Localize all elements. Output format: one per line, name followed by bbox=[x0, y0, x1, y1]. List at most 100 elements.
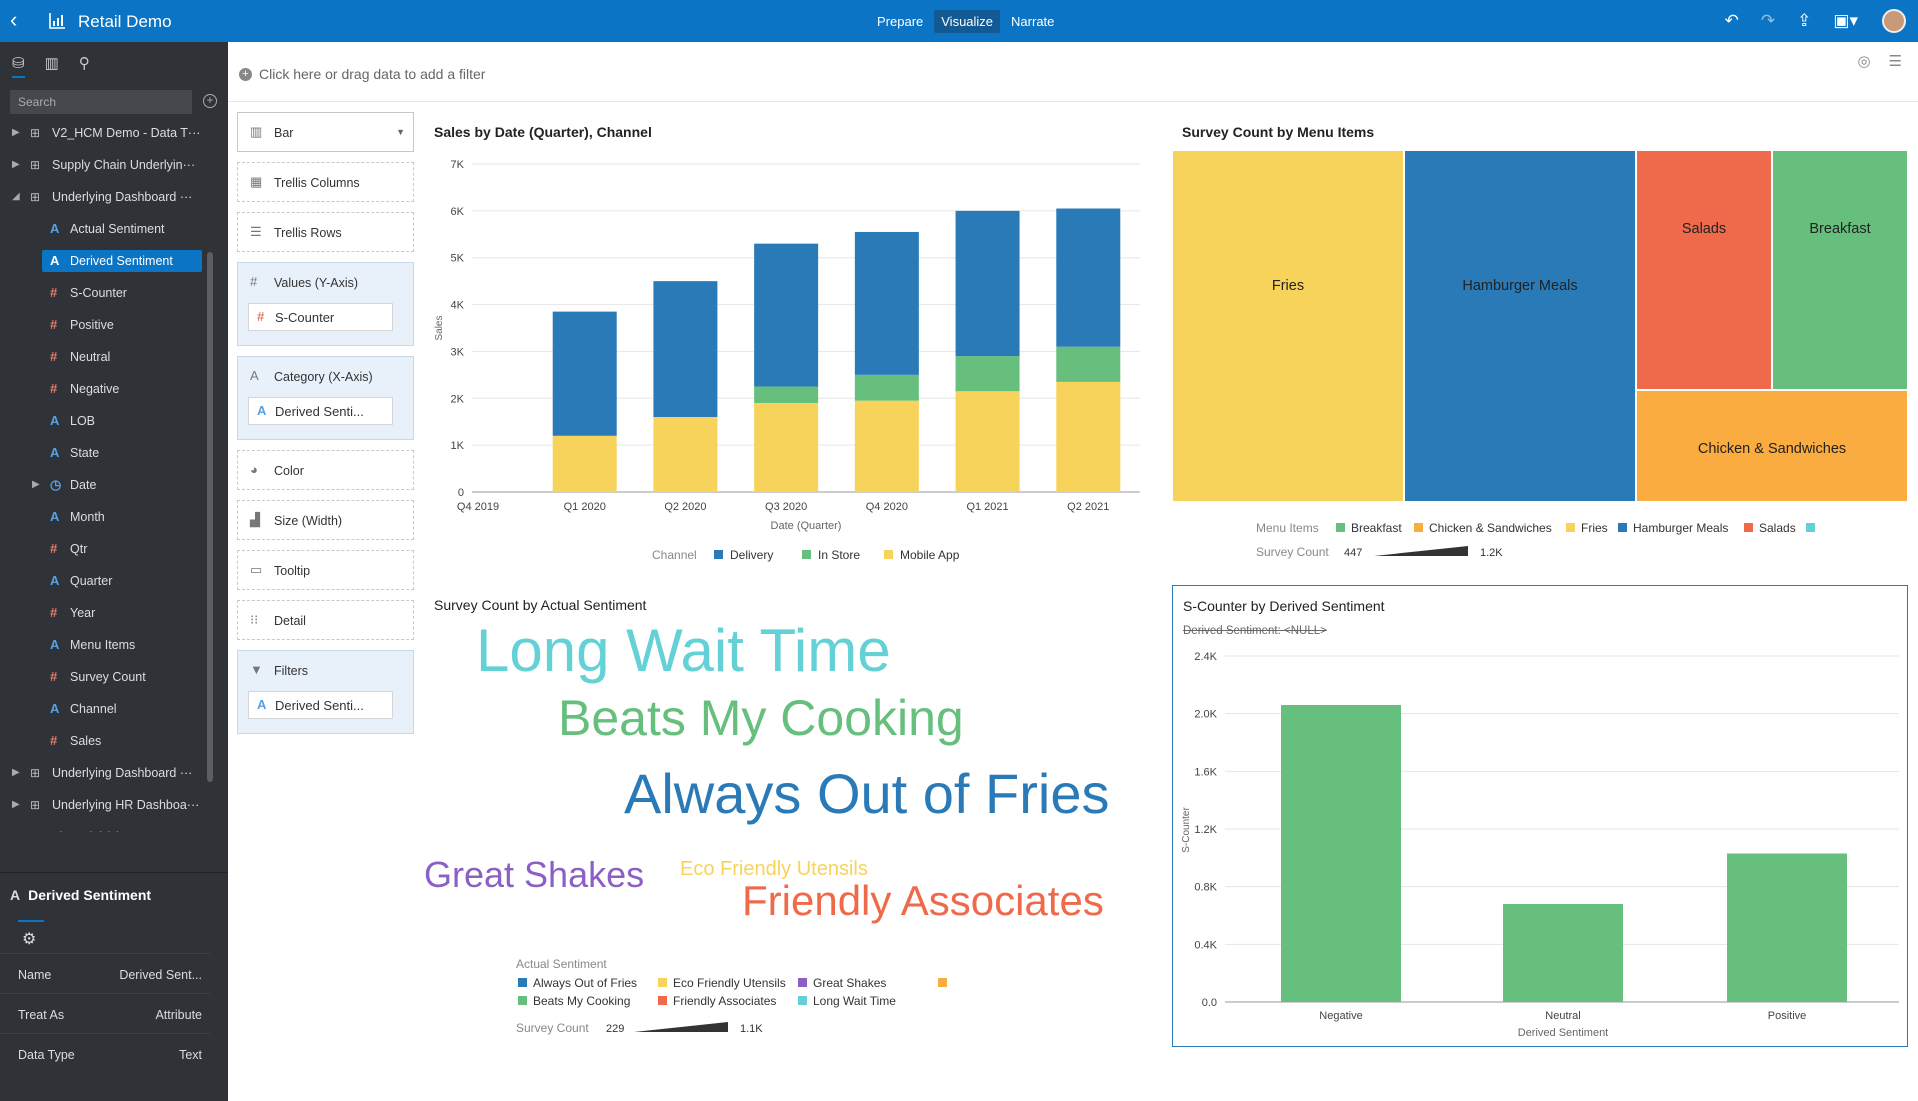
treemap-tile[interactable] bbox=[1635, 149, 1773, 391]
legend-label[interactable]: Great Shakes bbox=[813, 976, 886, 990]
column-item[interactable]: ▶ ◷ Date bbox=[0, 474, 205, 496]
table-item[interactable]: ▶ ⊞ V2_HCM Demo - Data T··· bbox=[0, 122, 205, 144]
visualizations-tab-icon[interactable]: ▥ bbox=[45, 54, 59, 78]
property-row-name[interactable]: Name Derived Sent... bbox=[0, 953, 210, 993]
category-dropzone[interactable]: A Category (X-Axis) A Derived Senti... bbox=[237, 356, 414, 440]
bar-segment-delivery[interactable] bbox=[1056, 208, 1121, 347]
legend-label[interactable]: Mobile App bbox=[900, 548, 960, 562]
column-item[interactable]: A Channel bbox=[0, 698, 205, 720]
column-item[interactable]: A Month bbox=[0, 506, 205, 528]
collapsed-arrow-icon[interactable]: ▶ bbox=[12, 762, 20, 784]
treemap-tile[interactable] bbox=[1172, 149, 1405, 503]
property-row-data-type[interactable]: Data Type Text bbox=[0, 1033, 210, 1073]
legend-label[interactable]: In Store bbox=[818, 548, 860, 562]
bar-segment-delivery[interactable] bbox=[955, 210, 1020, 357]
collapsed-arrow-icon[interactable]: ▶ bbox=[12, 826, 20, 832]
legend-label[interactable]: Chicken & Sandwiches bbox=[1429, 521, 1552, 535]
bar-segment-mobile-app[interactable] bbox=[1056, 381, 1121, 492]
viz-scounter-by-derived[interactable]: S-Counter by Derived Sentiment Derived S… bbox=[1172, 585, 1908, 1047]
collapsed-arrow-icon[interactable]: ▶ bbox=[12, 122, 20, 144]
bar-segment-in-store[interactable] bbox=[854, 374, 919, 401]
bar-segment-mobile-app[interactable] bbox=[754, 402, 819, 492]
column-item[interactable]: A Actual Sentiment bbox=[0, 218, 205, 240]
data-tab-icon[interactable]: ⛁ bbox=[12, 54, 25, 78]
legend-label[interactable]: Salads bbox=[1759, 521, 1796, 535]
legend-label[interactable]: Fries bbox=[1581, 521, 1608, 535]
trellis-columns-dropzone[interactable]: ▦ Trellis Columns bbox=[237, 162, 414, 202]
legend-label[interactable]: Delivery bbox=[730, 548, 773, 562]
bar[interactable] bbox=[1281, 705, 1401, 1002]
bar-segment-mobile-app[interactable] bbox=[552, 435, 617, 492]
treemap-tile[interactable] bbox=[1771, 149, 1908, 391]
column-item[interactable]: A LOB bbox=[0, 410, 205, 432]
expanded-arrow-icon[interactable]: ◢ bbox=[12, 186, 20, 208]
column-item[interactable]: A Derived Sentiment bbox=[42, 250, 202, 272]
tab-visualize[interactable]: Visualize bbox=[934, 10, 1001, 33]
column-item[interactable]: # Survey Count bbox=[0, 666, 205, 688]
values-pill[interactable]: # S-Counter bbox=[248, 303, 393, 331]
add-data-icon[interactable]: + bbox=[203, 94, 217, 108]
word-cloud-term[interactable]: Great Shakes bbox=[424, 854, 644, 895]
detail-dropzone[interactable]: ⁝⁝ Detail bbox=[237, 600, 414, 640]
column-item[interactable]: A Quarter bbox=[0, 570, 205, 592]
table-item[interactable]: ▶ ⊞ Underlying HR Dashboa··· bbox=[0, 794, 205, 816]
column-item[interactable]: # Year bbox=[0, 602, 205, 624]
bar-segment-in-store[interactable] bbox=[955, 356, 1020, 392]
word-cloud-term[interactable]: Friendly Associates bbox=[742, 877, 1104, 924]
property-row-treat-as[interactable]: Treat As Attribute bbox=[0, 993, 210, 1033]
treemap-tile[interactable] bbox=[1403, 149, 1637, 503]
export-icon[interactable]: ⇪ bbox=[1797, 11, 1811, 31]
save-icon[interactable]: ▣▾ bbox=[1833, 11, 1858, 31]
bar-segment-delivery[interactable] bbox=[754, 243, 819, 387]
legend-label[interactable]: Eco Friendly Utensils bbox=[673, 976, 786, 990]
bar[interactable] bbox=[1727, 853, 1847, 1002]
table-item[interactable]: ▶ ⊞ Supply Chain Underlyin··· bbox=[0, 154, 205, 176]
canvas-settings-icon[interactable]: ◎ bbox=[1857, 52, 1870, 70]
column-item[interactable]: # S-Counter bbox=[0, 282, 205, 304]
word-cloud-term[interactable]: Always Out of Fries bbox=[624, 762, 1109, 825]
analytics-tab-icon[interactable]: ⚲ bbox=[79, 54, 90, 78]
back-arrow-icon[interactable]: ‹ bbox=[10, 9, 26, 31]
column-item[interactable]: # Sales bbox=[0, 730, 205, 752]
bar-segment-in-store[interactable] bbox=[754, 386, 819, 403]
user-avatar[interactable] bbox=[1882, 9, 1906, 33]
column-item[interactable]: # Qtr bbox=[0, 538, 205, 560]
viz-survey-by-sentiment[interactable]: Survey Count by Actual Sentiment Long Wa… bbox=[424, 585, 1144, 1045]
bar-segment-mobile-app[interactable] bbox=[653, 417, 718, 492]
chart-type-select[interactable]: ▥ Bar ▼ bbox=[237, 112, 414, 152]
tree-scrollbar[interactable] bbox=[207, 252, 213, 782]
legend-label[interactable]: Hamburger Meals bbox=[1633, 521, 1728, 535]
tab-narrate[interactable]: Narrate bbox=[1004, 10, 1061, 33]
bar-segment-mobile-app[interactable] bbox=[854, 400, 919, 492]
legend-label[interactable]: Long Wait Time bbox=[813, 994, 896, 1008]
table-item[interactable]: ▶ ⊞ Underlying Dashboard ··· bbox=[0, 762, 205, 784]
legend-label[interactable]: Beats My Cooking bbox=[533, 994, 630, 1008]
bar-segment-delivery[interactable] bbox=[552, 311, 617, 436]
tooltip-dropzone[interactable]: ▭ Tooltip bbox=[237, 550, 414, 590]
bar-segment-delivery[interactable] bbox=[854, 231, 919, 375]
collapsed-arrow-icon[interactable]: ▶ bbox=[32, 474, 40, 496]
undo-icon[interactable]: ↶ bbox=[1725, 11, 1739, 31]
bar-segment-mobile-app[interactable] bbox=[955, 391, 1020, 492]
color-dropzone[interactable]: ◕ Color bbox=[237, 450, 414, 490]
values-dropzone[interactable]: # Values (Y-Axis) # S-Counter bbox=[237, 262, 414, 346]
add-filter-icon[interactable]: + bbox=[239, 68, 252, 81]
word-cloud-term[interactable]: Long Wait Time bbox=[476, 617, 891, 684]
table-item[interactable]: ▶ ⊞ Financial (1) bbox=[0, 826, 205, 832]
category-pill[interactable]: A Derived Senti... bbox=[248, 397, 393, 425]
collapsed-arrow-icon[interactable]: ▶ bbox=[12, 154, 20, 176]
viz-sales-by-quarter[interactable]: Sales by Date (Quarter), Channel 0 1K 2K 3K… bbox=[424, 112, 1144, 572]
filters-pill[interactable]: A Derived Senti... bbox=[248, 691, 393, 719]
collapsed-arrow-icon[interactable]: ▶ bbox=[12, 794, 20, 816]
trellis-rows-dropzone[interactable]: ☰ Trellis Rows bbox=[237, 212, 414, 252]
general-settings-icon[interactable]: ⚙ bbox=[22, 929, 36, 949]
bar[interactable] bbox=[1503, 903, 1623, 1002]
column-item[interactable]: A Menu Items bbox=[0, 634, 205, 656]
bar-segment-delivery[interactable] bbox=[653, 281, 718, 418]
menu-icon[interactable]: ☰ bbox=[1889, 52, 1902, 70]
column-item[interactable]: # Neutral bbox=[0, 346, 205, 368]
size-dropzone[interactable]: ▟ Size (Width) bbox=[237, 500, 414, 540]
column-item[interactable]: A State bbox=[0, 442, 205, 464]
filters-dropzone[interactable]: ▼ Filters A Derived Senti... bbox=[237, 650, 414, 734]
legend-label[interactable]: Always Out of Fries bbox=[533, 976, 637, 990]
